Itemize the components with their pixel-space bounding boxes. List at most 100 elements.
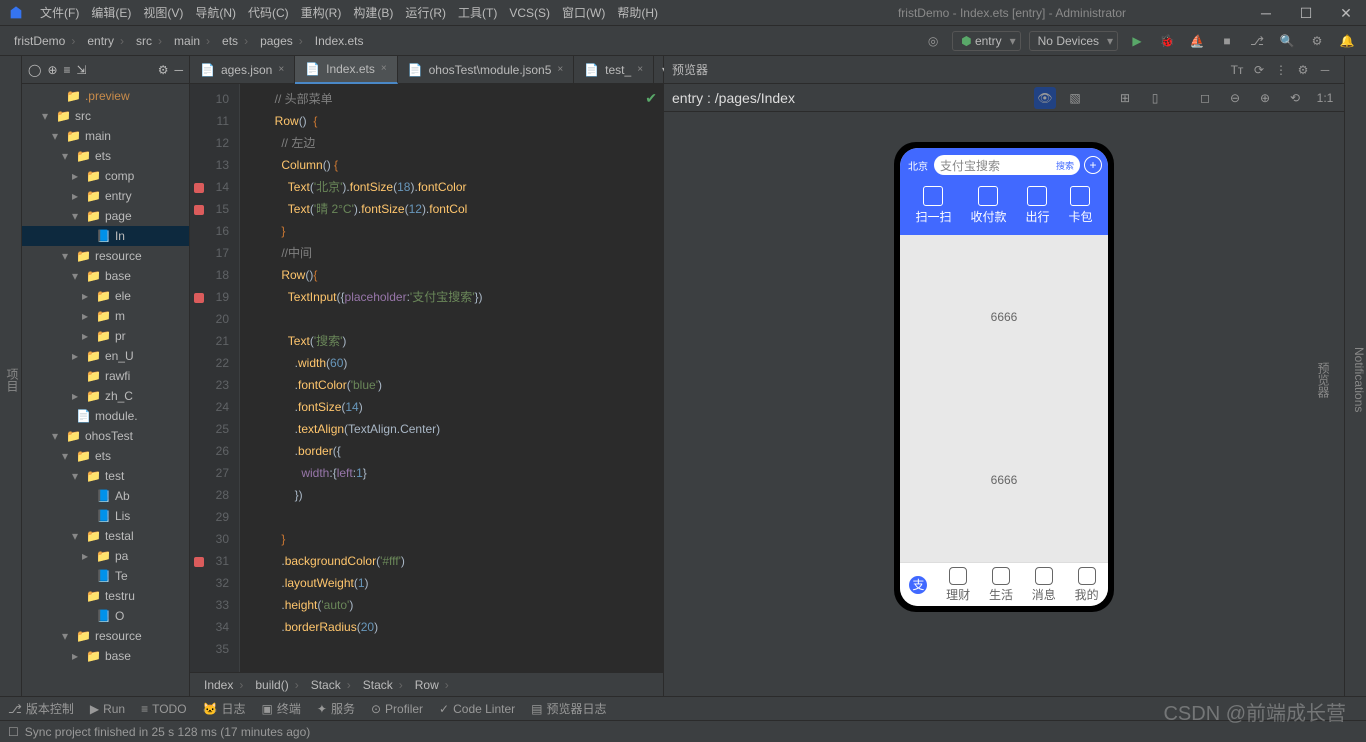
run-icon[interactable]: ▶ xyxy=(1126,30,1148,52)
tree-node[interactable]: ▸📁comp xyxy=(22,166,189,186)
crop-icon[interactable]: ◻ xyxy=(1194,87,1216,109)
tree-node[interactable]: ▸📁entry xyxy=(22,186,189,206)
tree-node[interactable]: ▾📁ets xyxy=(22,146,189,166)
tree-node[interactable]: ▾📁test xyxy=(22,466,189,486)
text-tool-icon[interactable]: Tᴛ xyxy=(1226,59,1248,81)
ed-crumb-item[interactable]: Stack xyxy=(305,676,357,694)
search-icon[interactable]: 🔍 xyxy=(1276,30,1298,52)
project-tree[interactable]: 📁.preview▾📁src▾📁main▾📁ets▸📁comp▸📁entry▾📁… xyxy=(22,84,189,696)
git-icon[interactable]: ⎇ xyxy=(1246,30,1268,52)
menu-refactor[interactable]: 重构(R) xyxy=(297,2,346,23)
tab-project[interactable]: 项目 xyxy=(4,64,21,696)
menu-view[interactable]: 视图(V) xyxy=(139,2,187,23)
breadcrumb[interactable]: fristDemoentrysrcmainetspagesIndex.ets xyxy=(8,32,369,50)
tree-node[interactable]: ▸📁pr xyxy=(22,326,189,346)
grid-icon[interactable]: ⊞ xyxy=(1114,87,1136,109)
tree-node[interactable]: ▸📁zh_C xyxy=(22,386,189,406)
tree-node[interactable]: ▸📁ele xyxy=(22,286,189,306)
debug-icon[interactable]: 🐞 xyxy=(1156,30,1178,52)
tree-node[interactable]: ▸📁m xyxy=(22,306,189,326)
analysis-ok-icon[interactable]: ✔ xyxy=(645,90,657,107)
tree-node[interactable]: ▾📁page xyxy=(22,206,189,226)
ed-crumb-item[interactable]: Index xyxy=(198,676,249,694)
menu-vcs[interactable]: VCS(S) xyxy=(505,4,554,22)
tree-node[interactable]: 📁.preview xyxy=(22,86,189,106)
tree-node[interactable]: 📘O xyxy=(22,606,189,626)
app-nav-item[interactable]: 理财 xyxy=(946,567,970,603)
tree-node[interactable]: ▸📁base xyxy=(22,646,189,666)
tree-node[interactable]: ▾📁ets xyxy=(22,446,189,466)
device-dropdown[interactable]: No Devices xyxy=(1029,31,1118,51)
coverage-icon[interactable]: ⛵ xyxy=(1186,30,1208,52)
tree-node[interactable]: ▾📁testal xyxy=(22,526,189,546)
tree-node[interactable]: ▾📁main xyxy=(22,126,189,146)
target-icon[interactable]: ◎ xyxy=(922,30,944,52)
minimize-button[interactable]: ─ xyxy=(1246,0,1286,26)
collapse-icon[interactable]: ≡ xyxy=(64,63,71,77)
app-search-input[interactable]: 支付宝搜索搜索 xyxy=(934,155,1080,175)
breadcrumb-item[interactable]: main xyxy=(168,32,216,50)
tree-node[interactable]: ▸📁pa xyxy=(22,546,189,566)
tree-node[interactable]: 📘Lis xyxy=(22,506,189,526)
app-nav-item[interactable]: 生活 xyxy=(989,567,1013,603)
stop-icon[interactable]: ■ xyxy=(1216,30,1238,52)
breadcrumb-item[interactable]: Index.ets xyxy=(309,32,370,50)
code-content[interactable]: // 头部菜单 Row() { // 左边 Column() { Text('北… xyxy=(240,84,663,672)
editor-tab[interactable]: 📄ages.json× xyxy=(190,56,295,84)
breadcrumb-item[interactable]: ets xyxy=(216,32,254,50)
menu-run[interactable]: 运行(R) xyxy=(401,2,450,23)
rotate-icon[interactable]: ⟲ xyxy=(1284,87,1306,109)
ed-crumb-item[interactable]: build() xyxy=(249,676,304,694)
hide-icon[interactable]: ─ xyxy=(174,63,183,77)
locate-icon[interactable]: ◯ xyxy=(28,63,41,77)
single-icon[interactable]: ▯ xyxy=(1144,87,1166,109)
tab-previewer[interactable]: 预览器 xyxy=(1315,362,1332,398)
run-tab[interactable]: ▶ Run xyxy=(90,702,125,716)
menu-help[interactable]: 帮助(H) xyxy=(613,2,662,23)
device-screen[interactable]: 北京 支付宝搜索搜索 + 扫一扫收付款出行卡包 6666 6666 支理财生活消… xyxy=(900,148,1108,606)
tree-node[interactable]: ▾📁src xyxy=(22,106,189,126)
tab-notifications[interactable]: Notifications xyxy=(1352,347,1366,412)
vcs-tab[interactable]: ⎇ 版本控制 xyxy=(8,700,74,717)
tree-node[interactable]: ▸📁en_U xyxy=(22,346,189,366)
editor-breadcrumb[interactable]: Indexbuild()StackStackRow xyxy=(190,672,663,696)
maximize-button[interactable]: ☐ xyxy=(1286,0,1326,26)
notify-icon[interactable]: 🔔 xyxy=(1336,30,1358,52)
breadcrumb-item[interactable]: entry xyxy=(81,32,130,50)
tree-node[interactable]: ▾📁resource xyxy=(22,626,189,646)
services-tab[interactable]: ✦ 服务 xyxy=(317,700,355,717)
tree-node[interactable]: 📁testru xyxy=(22,586,189,606)
tree-node[interactable]: ▾📁ohosTest xyxy=(22,426,189,446)
app-action[interactable]: 卡包 xyxy=(1068,186,1092,225)
app-action[interactable]: 收付款 xyxy=(970,186,1006,225)
app-nav-item[interactable]: 支 xyxy=(909,576,927,594)
menu-build[interactable]: 构建(B) xyxy=(349,2,397,23)
zoomin-icon[interactable]: ⊕ xyxy=(1254,87,1276,109)
options-icon[interactable]: ⚙ xyxy=(158,63,169,77)
profiler-tab[interactable]: ⊙ Profiler xyxy=(371,702,423,716)
log-tab[interactable]: 🐱 日志 xyxy=(203,700,246,717)
editor-tab[interactable]: 📄Index.ets× xyxy=(295,56,398,84)
breadcrumb-item[interactable]: fristDemo xyxy=(8,32,81,50)
editor-tab[interactable]: 📄test_× xyxy=(574,56,654,84)
tree-node[interactable]: 📘In xyxy=(22,226,189,246)
run-config-dropdown[interactable]: ⬢ entry xyxy=(952,31,1021,51)
breadcrumb-item[interactable]: pages xyxy=(254,32,309,50)
app-action[interactable]: 扫一扫 xyxy=(915,186,951,225)
linter-tab[interactable]: ✓ Code Linter xyxy=(439,702,515,716)
menu-file[interactable]: 文件(F) xyxy=(36,2,83,23)
menu-nav[interactable]: 导航(N) xyxy=(191,2,240,23)
tree-node[interactable]: 📘Ab xyxy=(22,486,189,506)
minimize-panel-icon[interactable]: ─ xyxy=(1314,59,1336,81)
app-add-button[interactable]: + xyxy=(1084,156,1102,174)
tree-node[interactable]: 📄module. xyxy=(22,406,189,426)
settings-icon[interactable]: ⚙ xyxy=(1306,30,1328,52)
tree-node[interactable]: 📁rawfi xyxy=(22,366,189,386)
breadcrumb-item[interactable]: src xyxy=(130,32,168,50)
terminal-tab[interactable]: ▣ 终端 xyxy=(262,700,301,717)
menu-window[interactable]: 窗口(W) xyxy=(558,2,609,23)
tree-node[interactable]: ▾📁resource xyxy=(22,246,189,266)
todo-tab[interactable]: ≡ TODO xyxy=(141,702,186,716)
layers-icon[interactable]: ▧ xyxy=(1064,87,1086,109)
ed-crumb-item[interactable]: Row xyxy=(409,676,455,694)
